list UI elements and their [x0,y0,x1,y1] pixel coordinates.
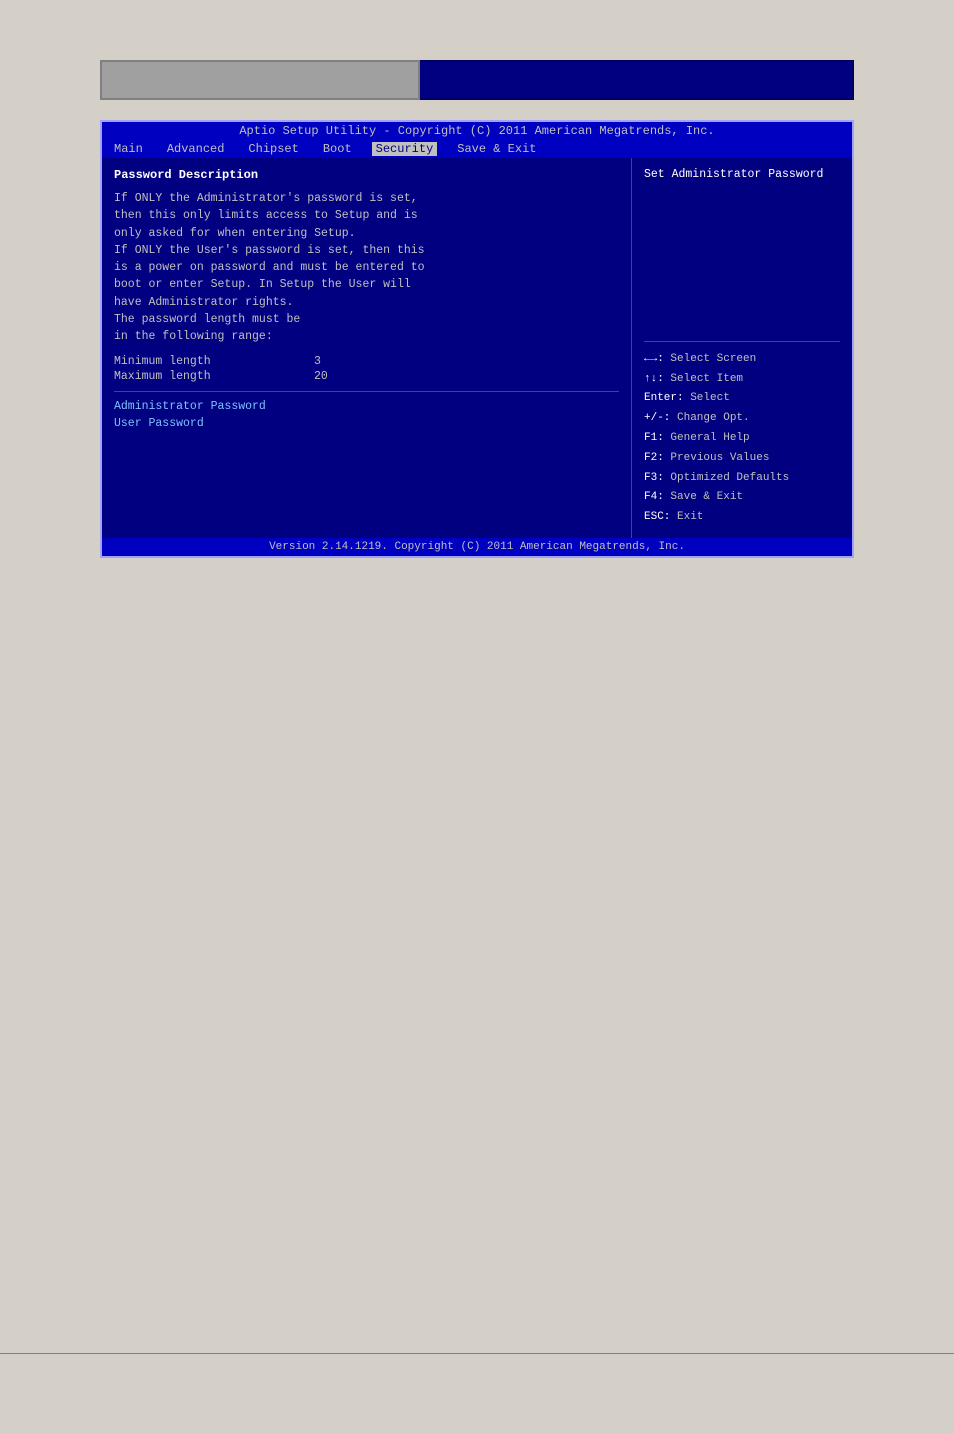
bios-body: Password Description If ONLY the Adminis… [102,158,852,538]
bios-footer-text: Version 2.14.1219. Copyright (C) 2011 Am… [269,541,685,553]
user-password-link[interactable]: User Password [114,417,619,430]
min-length-label: Minimum length [114,355,314,368]
help-item-1: ↑↓: Select Item [644,370,840,390]
help-key-3: +/-: [644,412,670,424]
help-item-5: F2: Previous Values [644,449,840,469]
section-title: Password Description [114,168,619,182]
help-item-4: F1: General Help [644,429,840,449]
help-key-2: Enter: [644,392,684,404]
desc-line-6: have Administrator rights. [114,294,619,311]
top-bar-right [420,60,854,100]
bios-menu-bar: Main Advanced Chipset Boot Security Save… [102,140,852,158]
help-item-6: F3: Optimized Defaults [644,469,840,489]
help-key-5: F2: [644,452,664,464]
desc-line-0: If ONLY the Administrator's password is … [114,190,619,207]
bios-right-panel: Set Administrator Password ←→: Select Sc… [632,158,852,538]
right-action-label: Set Administrator Password [644,168,840,181]
desc-line-3: If ONLY the User's password is set, then… [114,242,619,259]
help-key-4: F1: [644,432,664,444]
menu-item-chipset[interactable]: Chipset [244,142,302,156]
menu-item-security[interactable]: Security [372,142,438,156]
bios-container: Aptio Setup Utility - Copyright (C) 2011… [100,120,854,558]
help-key-6: F3: [644,472,664,484]
menu-item-main[interactable]: Main [110,142,147,156]
bios-title: Aptio Setup Utility - Copyright (C) 2011… [239,124,714,138]
help-key-0: ←→: [644,353,664,365]
admin-password-link[interactable]: Administrator Password [114,400,619,413]
right-separator [644,341,840,342]
max-length-row: Maximum length 20 [114,370,619,383]
desc-line-4: is a power on password and must be enter… [114,259,619,276]
help-item-7: F4: Save & Exit [644,488,840,508]
min-length-value: 3 [314,355,321,368]
menu-item-save-exit[interactable]: Save & Exit [453,142,540,156]
bios-title-bar: Aptio Setup Utility - Copyright (C) 2011… [102,122,852,140]
menu-item-advanced[interactable]: Advanced [163,142,229,156]
desc-line-5: boot or enter Setup. In Setup the User w… [114,276,619,293]
right-help-section: ←→: Select Screen ↑↓: Select Item Enter:… [644,350,840,528]
bios-footer: Version 2.14.1219. Copyright (C) 2011 Am… [102,538,852,556]
help-key-7: F4: [644,491,664,503]
bottom-line [0,1353,954,1354]
help-item-3: +/-: Change Opt. [644,409,840,429]
desc-line-7: The password length must be [114,311,619,328]
desc-line-2: only asked for when entering Setup. [114,225,619,242]
max-length-value: 20 [314,370,328,383]
help-item-0: ←→: Select Screen [644,350,840,370]
max-length-label: Maximum length [114,370,314,383]
description-text: If ONLY the Administrator's password is … [114,190,619,345]
right-top: Set Administrator Password [644,168,840,333]
top-bar [100,60,854,100]
top-bar-left [100,60,420,100]
bios-left-panel: Password Description If ONLY the Adminis… [102,158,632,538]
desc-line-1: then this only limits access to Setup an… [114,207,619,224]
help-key-1: ↑↓: [644,373,664,385]
min-length-row: Minimum length 3 [114,355,619,368]
separator [114,391,619,392]
help-item-2: Enter: Select [644,389,840,409]
help-key-8: ESC: [644,511,670,523]
help-item-8: ESC: Exit [644,508,840,528]
desc-line-8: in the following range: [114,328,619,345]
menu-item-boot[interactable]: Boot [319,142,356,156]
